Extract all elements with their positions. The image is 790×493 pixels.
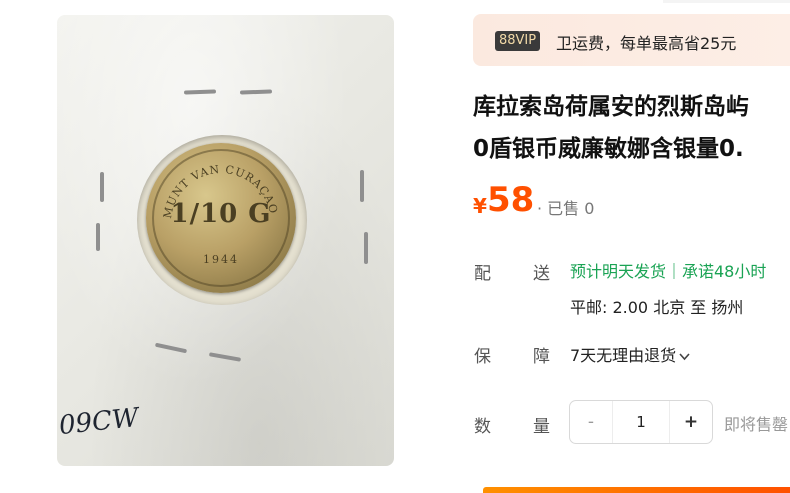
coin-year: 1944 [203, 253, 239, 266]
quantity-label: 数 量 [474, 412, 550, 437]
increase-button[interactable]: + [669, 401, 712, 443]
guarantee-text: 7天无理由退货 [570, 346, 677, 365]
stock-note: 即将售罄 [724, 415, 789, 434]
vip-text: 卫运费，每单最高省25元 [556, 34, 737, 53]
coin: MUNT VAN CURAÇAO 1/10 G 1944 [146, 143, 296, 293]
vip-badge: 88VIP [495, 31, 541, 51]
delivery-estimate: 预计明天发货｜承诺48小时 [570, 262, 767, 281]
guarantee-label-char: 障 [533, 347, 550, 367]
holder-slit [360, 170, 364, 202]
quantity-stepper: - + [569, 400, 713, 444]
guarantee-label: 保 障 [474, 342, 550, 367]
decrease-button[interactable]: - [570, 401, 613, 443]
holder-slit [364, 232, 368, 264]
holder-slit [96, 223, 100, 251]
price-currency: ¥ [473, 194, 487, 218]
price-value: 58 [487, 180, 535, 220]
shipping-info[interactable]: 平邮: 2.00 北京 至 扬州 [570, 294, 743, 318]
quantity-label-char: 量 [533, 417, 550, 437]
delivery-label-char: 配 [474, 264, 491, 284]
chevron-down-icon [679, 350, 690, 365]
vip-banner[interactable]: 88VIP 卫运费，每单最高省25元 [473, 14, 790, 66]
product-title-line-2: 0盾银币威廉敏娜含银量0. [473, 136, 744, 162]
quantity-label-char: 数 [474, 417, 491, 437]
delivery-label: 配 送 [474, 259, 550, 284]
delivery-label-char: 送 [533, 264, 550, 284]
top-divider [663, 0, 790, 3]
holder-slit [100, 172, 104, 202]
product-title: 库拉索岛荷属安的烈斯岛屿 0盾银币威廉敏娜含银量0. [473, 86, 790, 170]
guarantee-label-char: 保 [474, 347, 491, 367]
guarantee-dropdown[interactable]: 7天无理由退货 [570, 342, 690, 366]
buy-button-edge[interactable] [483, 487, 790, 493]
coin-denomination: 1/10 G [170, 199, 272, 229]
product-title-line-1: 库拉索岛荷属安的烈斯岛屿 [473, 94, 749, 120]
sold-count: · 已售 0 [537, 199, 595, 218]
product-image[interactable]: MUNT VAN CURAÇAO 1/10 G 1944 09CW [57, 15, 394, 466]
quantity-input[interactable] [613, 401, 669, 443]
